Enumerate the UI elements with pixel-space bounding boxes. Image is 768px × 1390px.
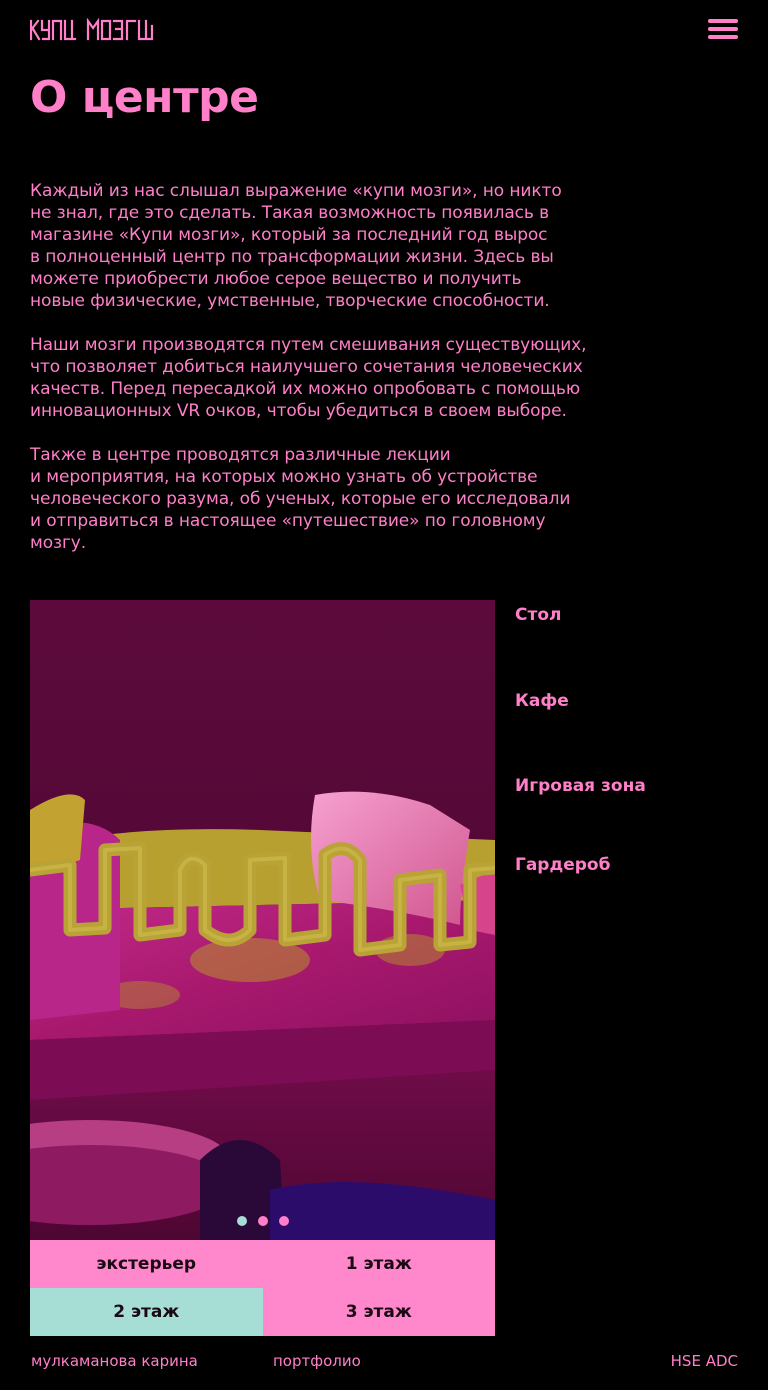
gallery-dot-1[interactable]: [236, 1216, 247, 1226]
zone-link-wardrobe[interactable]: Гардероб: [515, 855, 610, 875]
hamburger-icon-bar: [708, 27, 738, 31]
gallery-dot-2[interactable]: [257, 1216, 268, 1226]
floor-tabs: экстерьер 1 этаж 2 этаж 3 этаж: [30, 1240, 495, 1336]
menu-button[interactable]: [708, 19, 738, 41]
lounge-scene-image: [30, 600, 495, 1240]
logo-lettering-icon: [30, 18, 154, 41]
footer: мулкаманова карина портфолио HSE ADC: [0, 1352, 768, 1372]
hamburger-icon-bar: [708, 35, 738, 39]
zone-list: Стол Кафе Игровая зона Гардероб: [515, 600, 745, 900]
footer-portfolio-link[interactable]: портфолио: [273, 1352, 361, 1370]
zone-link-cafe[interactable]: Кафе: [515, 691, 569, 711]
tab-exterior[interactable]: экстерьер: [30, 1240, 263, 1288]
zone-link-game-area[interactable]: Игровая зона: [515, 776, 646, 796]
page-title: О центре: [30, 72, 259, 123]
tab-floor-3[interactable]: 3 этаж: [262, 1288, 495, 1336]
about-paragraph-3: Также в центре проводятся различные лекц…: [30, 445, 571, 553]
tab-floor-1[interactable]: 1 этаж: [262, 1240, 495, 1288]
hamburger-icon-bar: [708, 19, 738, 23]
site-logo[interactable]: [30, 18, 154, 42]
about-paragraph-1: Каждый из нас слышал выражение «купи моз…: [30, 181, 562, 311]
gallery-pagination: [30, 1216, 495, 1226]
footer-author-link[interactable]: мулкаманова карина: [31, 1352, 198, 1370]
gallery-dot-3[interactable]: [278, 1216, 289, 1226]
tab-floor-2[interactable]: 2 этаж: [30, 1288, 263, 1336]
about-paragraph-2: Наши мозги производятся путем смешивания…: [30, 335, 587, 421]
zone-link-table[interactable]: Стол: [515, 605, 561, 625]
footer-school-link[interactable]: HSE ADC: [671, 1352, 738, 1370]
interior-gallery[interactable]: [30, 600, 495, 1240]
